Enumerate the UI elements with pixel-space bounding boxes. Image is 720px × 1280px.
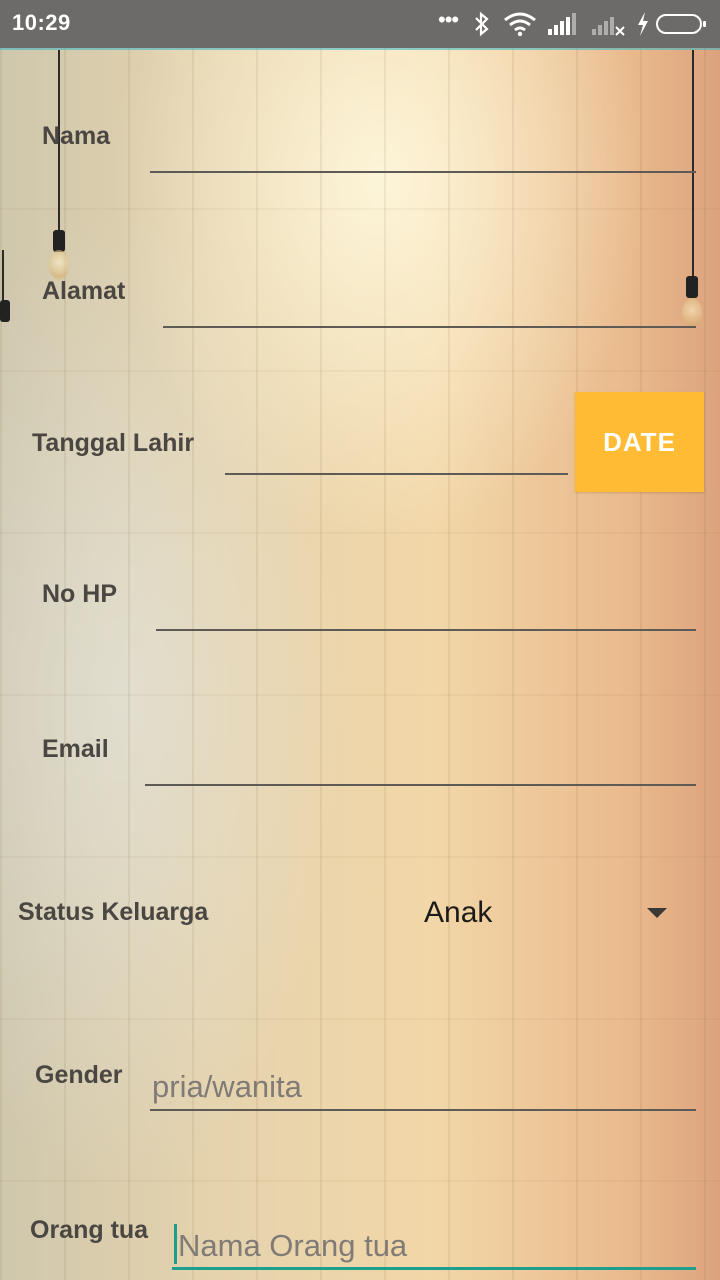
status-keluarga-label: Status Keluarga	[18, 898, 209, 926]
lamp-socket	[0, 300, 10, 322]
status-keluarga-selected: Anak	[424, 896, 493, 929]
gender-input[interactable]: pria/wanita	[150, 1061, 696, 1111]
signal-icon	[548, 13, 576, 35]
dropdown-arrow-icon	[647, 908, 667, 918]
status-bar: 10:29 •••	[0, 0, 720, 48]
app-screen: 10:29 ••• Nama Alamat Tanggal Lahir DATE…	[0, 0, 720, 1280]
status-bar-divider	[0, 48, 720, 50]
tanggal-lahir-label: Tanggal Lahir	[32, 429, 195, 457]
bluetooth-icon	[475, 11, 489, 37]
more-dots-icon: •••	[438, 7, 459, 32]
signal-no-sim-icon	[592, 17, 625, 36]
email-input[interactable]	[145, 736, 696, 786]
tanggal-lahir-input[interactable]	[225, 425, 568, 475]
no-hp-label: No HP	[42, 580, 117, 608]
text-cursor	[174, 1224, 177, 1264]
alamat-label: Alamat	[42, 277, 126, 305]
lamp-cord	[2, 250, 4, 300]
orang-tua-label: Orang tua	[30, 1216, 149, 1244]
orang-tua-placeholder: Nama Orang tua	[178, 1228, 408, 1263]
battery-icon	[656, 14, 706, 34]
orang-tua-input[interactable]: Nama Orang tua	[172, 1216, 696, 1270]
charging-icon	[638, 12, 648, 36]
status-keluarga-dropdown[interactable]: Anak	[420, 888, 690, 942]
email-label: Email	[42, 735, 109, 763]
no-hp-input[interactable]	[156, 581, 696, 631]
nama-input[interactable]	[150, 123, 696, 173]
lamp-socket	[53, 230, 65, 252]
status-time: 10:29	[12, 10, 71, 35]
wifi-icon	[504, 12, 536, 37]
gender-placeholder: pria/wanita	[152, 1069, 302, 1104]
light-bulb-icon	[49, 250, 69, 280]
nama-label: Nama	[42, 122, 111, 150]
date-button[interactable]: DATE	[575, 392, 704, 492]
gender-label: Gender	[35, 1061, 123, 1089]
alamat-input[interactable]	[163, 278, 696, 328]
